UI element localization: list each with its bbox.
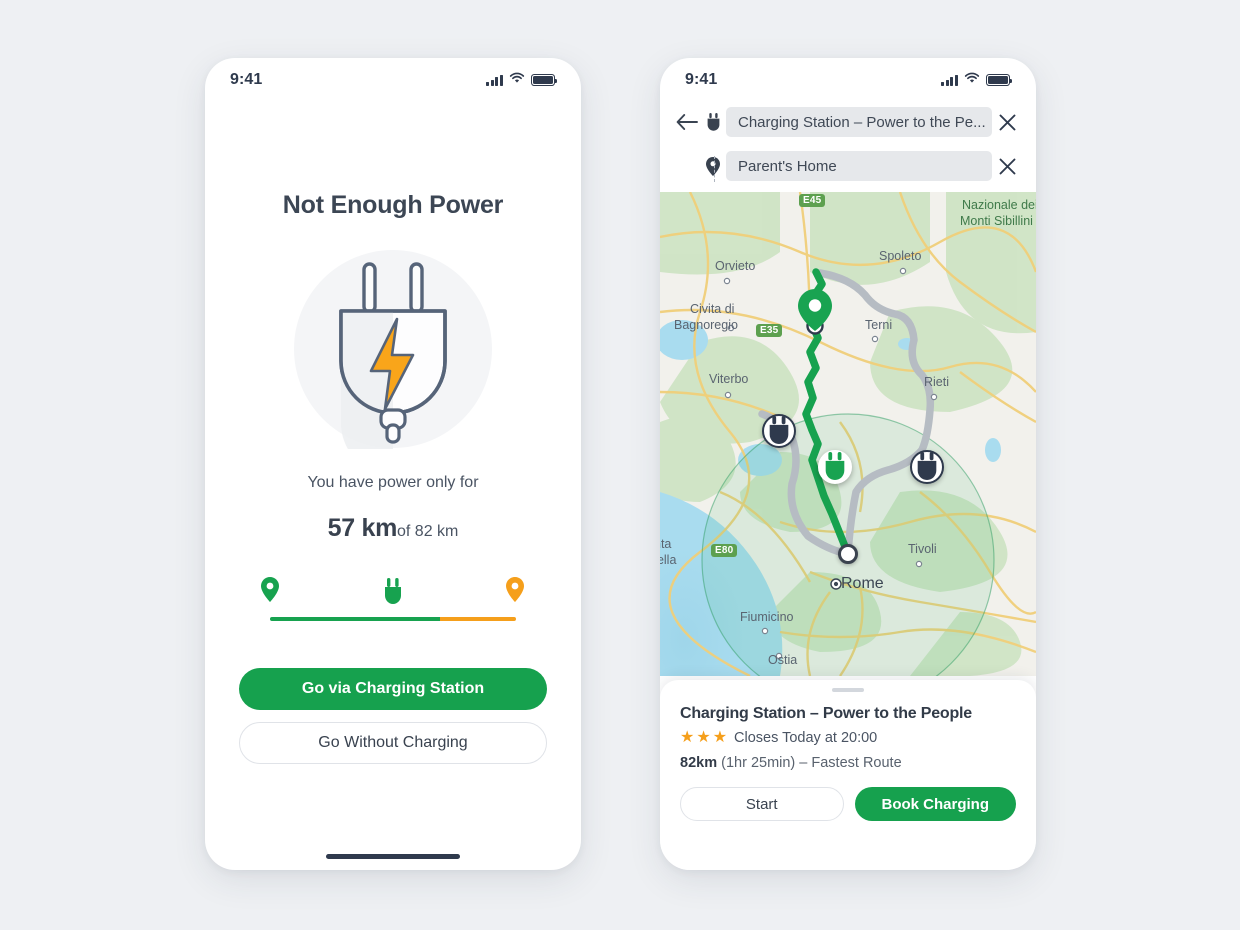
- page-title: Not Enough Power: [282, 191, 504, 219]
- wifi-icon: [509, 71, 525, 89]
- origin-row: Charging Station – Power to the Pe...: [674, 106, 1022, 138]
- status-time: 9:41: [685, 71, 718, 88]
- sheet-actions: Start Book Charging: [680, 787, 1016, 821]
- road-shield: E35: [756, 324, 783, 337]
- status-icons: [941, 71, 1013, 89]
- destination-input[interactable]: Parent's Home: [726, 151, 992, 181]
- cellular-signal-icon: [941, 74, 958, 86]
- status-bar-right: 9:41: [660, 58, 1036, 102]
- charging-station-marker-selected[interactable]: [818, 450, 852, 484]
- clear-destination-close-icon[interactable]: [992, 158, 1022, 175]
- station-detail-sheet: Charging Station – Power to the People ★…: [660, 680, 1036, 870]
- go-via-charging-station-button[interactable]: Go via Charging Station: [239, 668, 547, 710]
- route-search-header: Charging Station – Power to the Pe... Pa…: [660, 102, 1036, 192]
- star-icon: ★: [696, 729, 711, 746]
- star-icon: ★: [680, 729, 695, 746]
- start-button[interactable]: Start: [680, 787, 844, 821]
- battery-full-icon: [531, 74, 558, 86]
- charging-station-marker-east[interactable]: [910, 450, 944, 484]
- map-canvas: [660, 192, 1036, 676]
- cellular-signal-icon: [486, 74, 503, 86]
- drag-handle[interactable]: [832, 688, 864, 692]
- route-duration: (1hr 25min) – Fastest Route: [721, 755, 902, 771]
- route-connector-dashed-line: [714, 156, 715, 182]
- book-charging-button[interactable]: Book Charging: [854, 787, 1016, 821]
- power-plug-illustration: [237, 249, 549, 449]
- back-arrow-icon[interactable]: [674, 109, 700, 135]
- origin-dot[interactable]: [838, 544, 858, 564]
- map-pin-icon: [700, 156, 726, 176]
- map-pin-orange-icon: [506, 577, 524, 602]
- progress-track: [270, 617, 516, 621]
- star-icon: ★: [712, 729, 728, 746]
- range-readout: 57 kmof 82 km: [237, 514, 549, 543]
- route-distance: 82km: [680, 755, 718, 771]
- range-total: of 82 km: [397, 523, 459, 540]
- rome-city-dot: [830, 578, 842, 590]
- wifi-icon: [964, 71, 980, 89]
- road-shield: E80: [711, 544, 738, 557]
- status-bar-left: 9:41: [205, 58, 581, 102]
- range-value: 57 km: [327, 514, 398, 542]
- range-progress-bar: [237, 577, 549, 625]
- rating-row: ★ ★ ★ Closes Today at 20:00: [680, 730, 1016, 747]
- battery-full-icon: [986, 74, 1013, 86]
- station-title: Charging Station – Power to the People: [680, 705, 972, 722]
- closing-time: Closes Today at 20:00: [734, 730, 878, 746]
- plug-green-icon: [382, 578, 404, 605]
- plug-icon: [700, 112, 726, 132]
- phone-screen-not-enough-power: 9:41 Not Enough Power You have power onl…: [205, 58, 581, 870]
- go-without-charging-button[interactable]: Go Without Charging: [239, 722, 547, 764]
- charging-station-marker-west[interactable]: [762, 414, 796, 448]
- action-buttons: Go via Charging Station Go Without Charg…: [237, 668, 549, 764]
- destination-row: Parent's Home: [674, 150, 1022, 182]
- status-icons: [486, 71, 558, 89]
- clear-origin-close-icon[interactable]: [992, 114, 1022, 131]
- road-shield: E45: [799, 194, 826, 207]
- star-rating: ★ ★ ★: [680, 730, 727, 746]
- status-time: 9:41: [230, 71, 263, 88]
- destination-pin-green[interactable]: [797, 289, 833, 335]
- power-subtitle: You have power only for: [307, 474, 479, 491]
- phone-screen-route-map: 9:41 Charging Station – Power to the Pe.…: [660, 58, 1036, 870]
- origin-input[interactable]: Charging Station – Power to the Pe...: [726, 107, 992, 137]
- route-map[interactable]: Nazionale dei Monti Sibillini Spoleto Orvie…: [660, 192, 1036, 676]
- route-summary: 82km (1hr 25min) – Fastest Route: [680, 755, 1016, 771]
- map-pin-green-icon: [261, 577, 279, 602]
- not-enough-power-content: Not Enough Power You have power only for: [205, 191, 581, 764]
- home-indicator: [326, 854, 460, 859]
- progress-fill-remaining: [439, 617, 516, 621]
- progress-fill-available: [270, 617, 440, 621]
